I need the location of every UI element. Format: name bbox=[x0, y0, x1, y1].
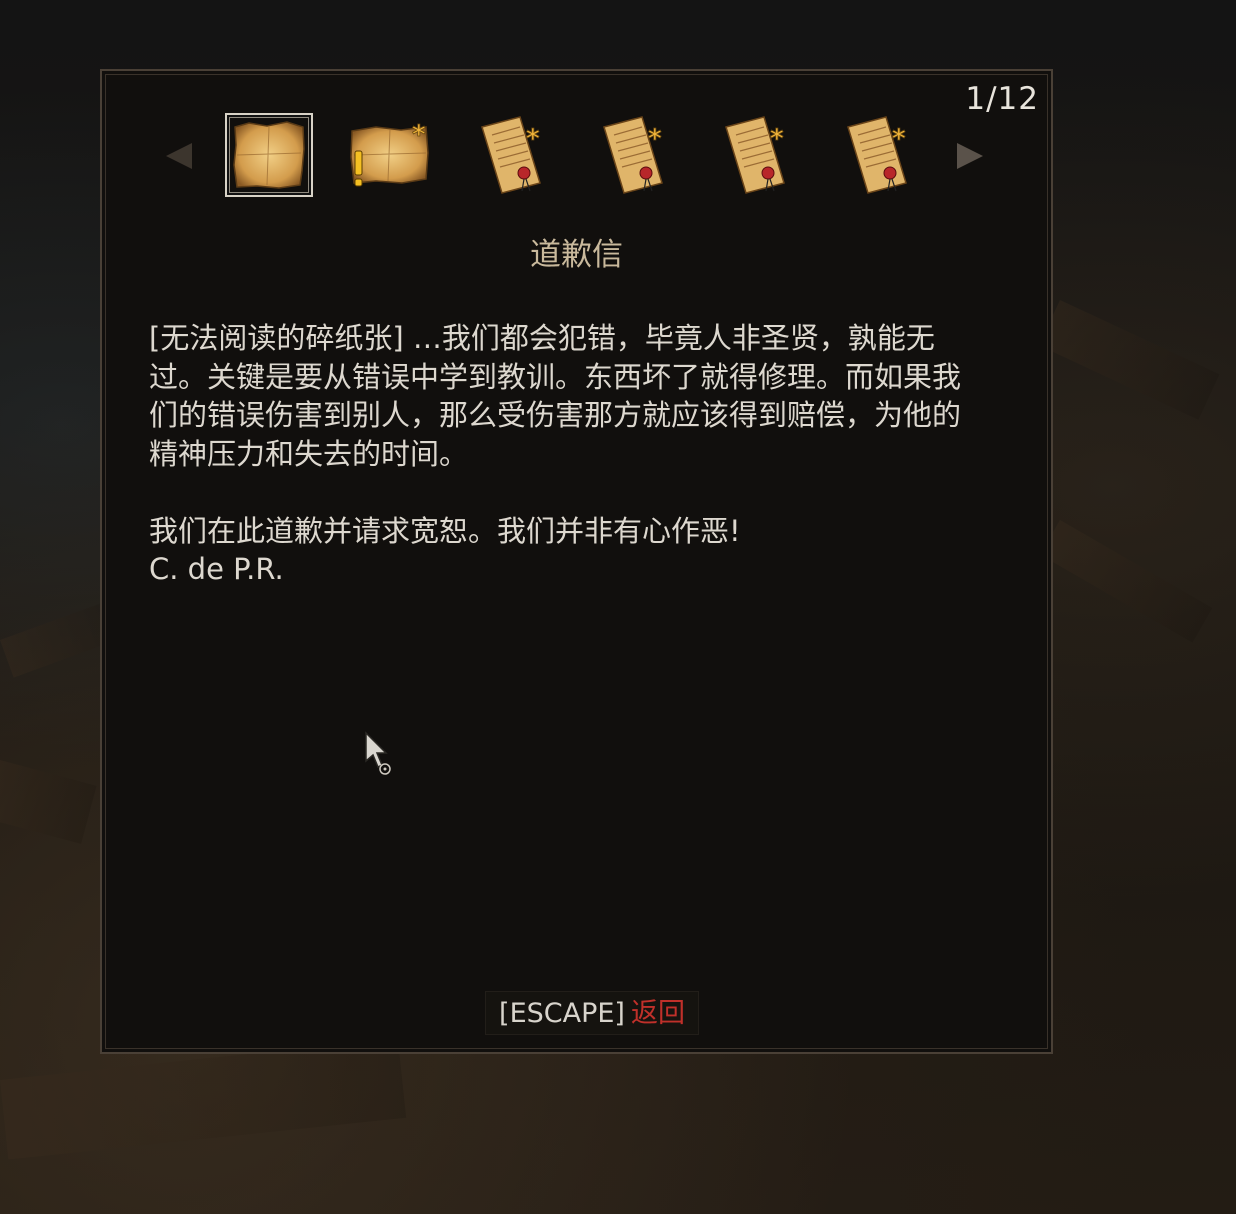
item-thumbnail-strip: * * * * * bbox=[225, 113, 925, 199]
mouse-cursor-icon bbox=[365, 731, 391, 775]
escape-back-button[interactable]: [ESCAPE] 返回 bbox=[485, 991, 699, 1035]
previous-arrow-button[interactable] bbox=[166, 143, 192, 169]
sealed-letter-icon: * bbox=[481, 116, 541, 194]
sealed-letter-icon: * bbox=[847, 116, 907, 194]
svg-text:*: * bbox=[892, 124, 906, 154]
background-plank bbox=[0, 760, 97, 844]
escape-key-label: [ESCAPE] bbox=[499, 998, 625, 1029]
background-plank bbox=[1038, 300, 1220, 420]
svg-text:*: * bbox=[412, 120, 426, 150]
page-counter: 1/12 bbox=[965, 81, 1039, 117]
sealed-letter-icon: * bbox=[603, 116, 663, 194]
thumbnail-map-scroll[interactable]: * bbox=[346, 113, 434, 197]
background-plank bbox=[1040, 520, 1213, 643]
journal-panel: 1/12 * * * * * 道歉信 [无法阅读的碎纸张] …我们都会犯错，毕竟… bbox=[100, 69, 1053, 1054]
thumbnail-sealed-letter[interactable]: * bbox=[834, 113, 922, 197]
svg-text:*: * bbox=[648, 124, 662, 154]
sealed-letter-icon: * bbox=[725, 116, 785, 194]
svg-text:*: * bbox=[526, 124, 540, 154]
thumbnail-sealed-letter[interactable]: * bbox=[590, 113, 678, 197]
next-arrow-button[interactable] bbox=[957, 143, 983, 169]
thumbnail-sealed-letter[interactable]: * bbox=[712, 113, 800, 197]
back-action-label: 返回 bbox=[630, 998, 685, 1029]
background-plank bbox=[0, 1038, 407, 1160]
map-scroll-quest-icon: * bbox=[350, 120, 429, 187]
thumbnail-sealed-letter[interactable]: * bbox=[468, 113, 556, 197]
thumbnail-torn-paper[interactable] bbox=[225, 113, 313, 197]
svg-text:*: * bbox=[770, 124, 784, 154]
torn-paper-scrap-icon bbox=[233, 121, 305, 189]
document-title: 道歉信 bbox=[530, 237, 623, 273]
document-body-text: [无法阅读的碎纸张] …我们都会犯错，毕竟人非圣贤，孰能无过。关键是要从错误中学… bbox=[149, 321, 962, 586]
